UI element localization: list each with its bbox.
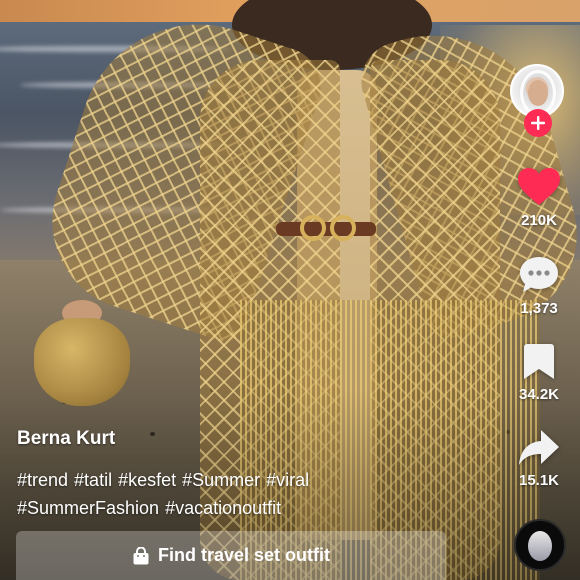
comment-button[interactable]: 1,373 xyxy=(499,256,579,317)
belt-buckle xyxy=(330,215,356,241)
comment-bubble-icon xyxy=(520,257,558,292)
avatar-face xyxy=(528,80,548,106)
belt xyxy=(276,222,376,236)
comment-count: 1,373 xyxy=(520,300,558,317)
creator-username[interactable]: Berna Kurt xyxy=(17,428,115,450)
share-button[interactable]: 15.1K xyxy=(499,430,579,489)
share-count: 15.1K xyxy=(518,472,560,489)
save-count: 34.2K xyxy=(518,386,560,403)
share-arrow-icon xyxy=(519,430,559,465)
save-button[interactable]: 34.2K xyxy=(499,344,579,403)
hashtag[interactable]: #kesfet xyxy=(118,470,176,490)
hashtag[interactable]: #tatil xyxy=(74,470,112,490)
heart-icon xyxy=(518,168,560,205)
belt-buckle xyxy=(300,215,326,241)
creator-avatar-group[interactable] xyxy=(510,64,568,138)
shop-link-bar[interactable]: Find travel set outfit xyxy=(16,531,446,580)
shopping-bag-icon xyxy=(133,546,149,564)
like-count: 210K xyxy=(521,212,557,229)
video-caption: #trend #tatil #kesfet #Summer #viral #Summer… xyxy=(17,466,437,522)
like-button[interactable]: 210K xyxy=(499,168,579,229)
shop-link-label: Find travel set outfit xyxy=(157,545,330,565)
hashtag[interactable]: #vacationoutfit xyxy=(165,498,281,518)
hashtag[interactable]: #SummerFashion xyxy=(17,498,159,518)
bookmark-icon xyxy=(524,344,554,379)
follow-button[interactable] xyxy=(524,109,552,137)
hashtag[interactable]: #trend xyxy=(17,470,68,490)
music-cover-art xyxy=(528,531,552,561)
hashtag[interactable]: #viral xyxy=(266,470,309,490)
music-disc-icon[interactable] xyxy=(514,519,566,571)
hashtag[interactable]: #Summer xyxy=(182,470,260,490)
plus-icon xyxy=(531,116,545,130)
